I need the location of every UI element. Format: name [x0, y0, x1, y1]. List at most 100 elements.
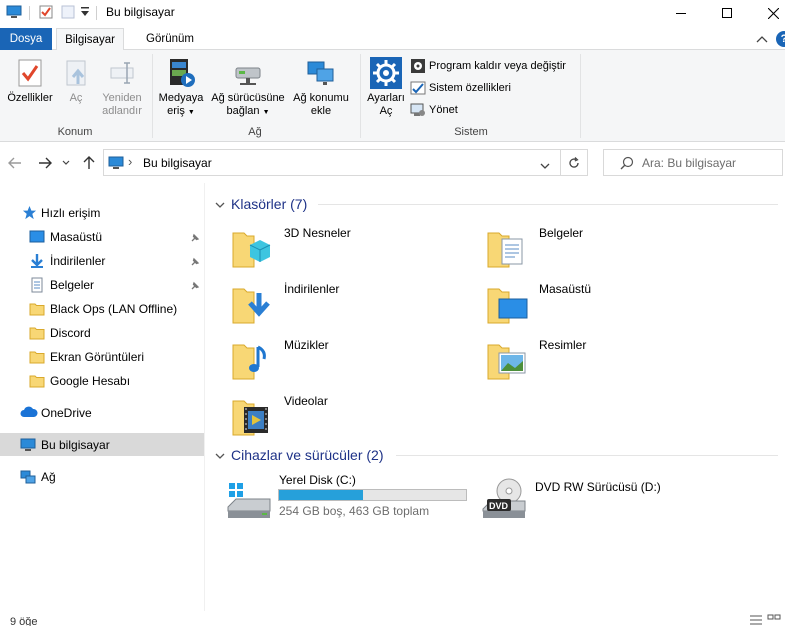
nav-this-pc[interactable]: Bu bilgisayar — [0, 433, 204, 456]
downloads-icon — [230, 279, 278, 327]
address-history-icon[interactable] — [540, 159, 550, 173]
drives-section-header[interactable]: Cihazlar ve sürücüler (2) — [214, 444, 384, 466]
pin-icon[interactable] — [190, 232, 200, 242]
system-properties-button[interactable]: Sistem özellikleri — [410, 78, 511, 98]
manage-label: Yönet — [429, 104, 458, 116]
details-view-icon[interactable] — [749, 614, 763, 626]
customize-toolbar-icon[interactable] — [80, 6, 90, 21]
nav-item-label: Belgeler — [50, 277, 95, 292]
properties-icon[interactable] — [38, 4, 54, 23]
nav-item-downloads[interactable]: İndirilenler — [0, 249, 204, 272]
map-drive-label-line2: bağlan ▼ — [226, 105, 270, 117]
ribbon-tab-row: Dosya Bilgisayar Görünüm ? — [0, 28, 785, 51]
up-button[interactable] — [80, 154, 98, 172]
nav-this-pc-label: Bu bilgisayar — [41, 437, 110, 452]
map-drive-label-line1: Ağ sürücüsüne — [211, 92, 285, 104]
pin-icon[interactable] — [190, 280, 200, 290]
desktop-icon — [29, 229, 45, 245]
ribbon: Özellikler Aç Yeniden adlandır Konum Med… — [0, 50, 785, 142]
nav-network-label: Ağ — [41, 469, 56, 484]
nav-network[interactable]: Ağ — [0, 465, 204, 488]
folder-label: 3D Nesneler — [284, 226, 351, 240]
folder-tile[interactable]: Müzikler — [230, 335, 480, 385]
status-bar: 9 öğe — [0, 611, 785, 626]
uninstall-icon — [410, 58, 426, 74]
download-arrow-icon — [29, 253, 45, 269]
nav-item-documents[interactable]: Belgeler — [0, 273, 204, 296]
open-button[interactable]: Aç — [60, 56, 92, 105]
manage-button[interactable]: Yönet — [410, 100, 458, 120]
rename-button[interactable]: Yeniden adlandır — [94, 56, 150, 118]
local-disk-tile[interactable]: Yerel Disk (C:) 254 GB boş, 463 GB topla… — [226, 473, 476, 523]
map-drive-icon — [231, 56, 265, 90]
address-bar[interactable]: › Bu bilgisayar — [103, 149, 561, 176]
folder-label: Müzikler — [284, 338, 329, 352]
map-drive-button[interactable]: Ağ sürücüsüne bağlan ▼ — [208, 56, 288, 119]
search-box[interactable] — [603, 149, 783, 176]
folder-icon — [29, 373, 45, 389]
breadcrumb-separator[interactable]: › — [128, 154, 132, 169]
breadcrumb[interactable]: Bu bilgisayar — [143, 156, 212, 170]
settings-label-line2: Aç — [379, 105, 393, 117]
search-input[interactable] — [642, 155, 778, 171]
disk-free-text: 254 GB boş, 463 GB toplam — [279, 504, 430, 518]
properties-check-icon — [13, 56, 47, 90]
pin-icon[interactable] — [190, 256, 200, 266]
folder-label: Videolar — [284, 394, 328, 408]
folder-label: Resimler — [539, 338, 587, 352]
3d-objects-icon — [230, 223, 278, 271]
folder-tile[interactable]: Videolar — [230, 391, 480, 441]
minimize-button[interactable] — [658, 0, 704, 26]
dropdown-arrow-icon: ▼ — [187, 109, 195, 116]
network-icon — [20, 469, 36, 485]
folders-section-header[interactable]: Klasörler (7) — [214, 193, 307, 215]
properties-label: Özellikler — [7, 92, 53, 104]
folders-header-label: Klasörler (7) — [231, 196, 308, 212]
folder-tile[interactable]: Masaüstü — [485, 279, 735, 329]
location-group-label: Konum — [57, 126, 93, 138]
nav-quick-access[interactable]: Hızlı erişim — [0, 201, 204, 224]
nav-item-folder[interactable]: Discord — [0, 321, 204, 344]
computer-icon — [108, 155, 124, 174]
open-settings-button[interactable]: Ayarları Aç — [364, 56, 408, 118]
folder-tile[interactable]: Resimler — [485, 335, 735, 385]
chevron-down-icon — [214, 449, 226, 461]
refresh-button[interactable] — [561, 149, 588, 176]
tab-computer[interactable]: Bilgisayar — [56, 28, 124, 51]
nav-item-folder[interactable]: Google Hesabı — [0, 369, 204, 392]
folder-tile[interactable]: 3D Nesneler — [230, 223, 480, 273]
nav-item-desktop[interactable]: Masaüstü — [0, 225, 204, 248]
properties-button[interactable]: Özellikler — [2, 56, 58, 105]
collapse-ribbon-icon[interactable] — [756, 33, 768, 47]
folder-tile[interactable]: İndirilenler — [230, 279, 480, 329]
nav-item-folder[interactable]: Ekran Görüntüleri — [0, 345, 204, 368]
nav-onedrive[interactable]: OneDrive — [0, 401, 204, 424]
folder-label: Belgeler — [539, 226, 584, 240]
folder-tile[interactable]: Belgeler — [485, 223, 735, 273]
close-button[interactable] — [750, 0, 785, 26]
manage-icon — [410, 102, 426, 118]
media-access-button[interactable]: Medyaya eriş ▼ — [156, 56, 206, 119]
add-network-location-button[interactable]: Ağ konumu ekle — [290, 56, 352, 118]
large-icons-view-icon[interactable] — [767, 614, 781, 626]
folder-icon — [29, 301, 45, 317]
nav-item-label: Google Hesabı — [50, 373, 131, 388]
new-folder-icon[interactable] — [60, 4, 76, 23]
dvd-drive-tile[interactable]: DVD DVD RW Sürücüsü (D:) — [481, 473, 741, 523]
tab-file[interactable]: Dosya — [0, 28, 52, 50]
nav-item-folder[interactable]: Black Ops (LAN Offline) — [0, 297, 204, 320]
add-location-label-line2: ekle — [310, 105, 332, 117]
disk-usage-bar — [278, 489, 467, 501]
uninstall-program-button[interactable]: Program kaldır veya değiştir — [410, 56, 566, 76]
tab-view[interactable]: Görünüm — [134, 28, 206, 50]
forward-button[interactable] — [36, 154, 54, 172]
star-icon — [22, 205, 38, 221]
nav-item-label: Black Ops (LAN Offline) — [50, 301, 178, 316]
window-title: Bu bilgisayar — [106, 5, 175, 19]
system-group-label: Sistem — [454, 126, 488, 138]
recent-locations-button[interactable] — [60, 154, 72, 172]
back-button[interactable] — [6, 154, 24, 172]
maximize-button[interactable] — [704, 0, 750, 26]
help-icon[interactable]: ? — [776, 31, 785, 47]
documents-icon — [485, 223, 533, 271]
